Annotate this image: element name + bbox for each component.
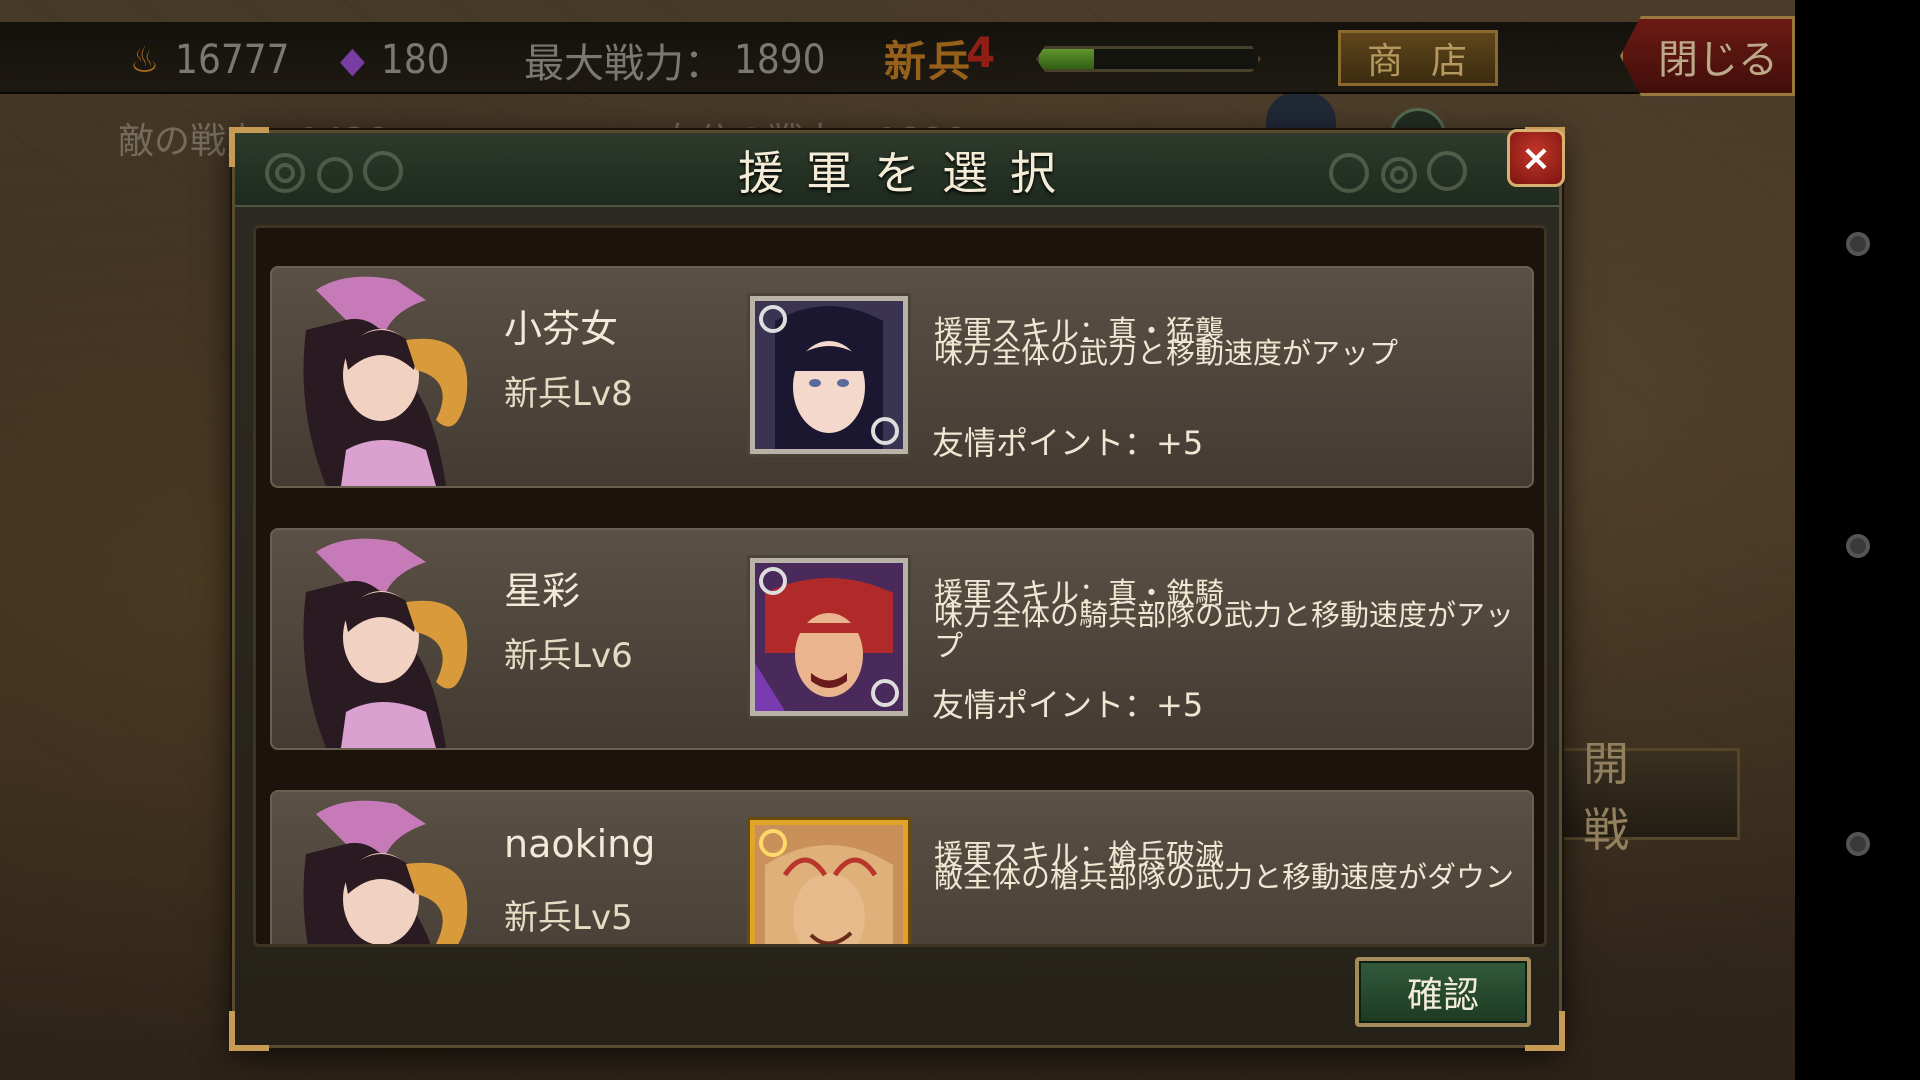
reinforcement-row[interactable]: naoking 新兵Lv5 援軍スキル：槍兵破滅 敵全体の槍兵部隊の武力と移動速… bbox=[270, 790, 1534, 944]
player-name: naoking bbox=[504, 822, 656, 866]
player-level: 新兵Lv5 bbox=[504, 898, 633, 938]
reinforcement-row[interactable]: 小芬女 新兵Lv8 援軍スキル：真・猛襲 味方全体の武力と移動速度がアップ 友情… bbox=[270, 266, 1534, 488]
player-avatar bbox=[286, 270, 486, 486]
corner-ornament bbox=[229, 1011, 269, 1051]
close-icon-glyph: × bbox=[1520, 137, 1552, 179]
friendship-points: 友情ポイント：+5 bbox=[932, 424, 1204, 462]
nav-recent-button[interactable] bbox=[1846, 832, 1870, 856]
skill-description: 味方全体の騎兵部隊の武力と移動速度がアップ bbox=[934, 598, 1515, 663]
confirm-button[interactable]: 確認 bbox=[1355, 957, 1531, 1027]
nav-home-button[interactable] bbox=[1846, 534, 1870, 558]
dialog-title: 援軍を選択 bbox=[738, 146, 1078, 200]
reinforcement-row[interactable]: 星彩 新兵Lv6 援軍スキル：真・鉄騎 味方全体の騎兵部隊の武力と移動速度がアッ… bbox=[270, 528, 1534, 750]
skill-description: 敵全体の槍兵部隊の武力と移動速度がダウン bbox=[934, 860, 1515, 894]
general-card bbox=[747, 817, 911, 944]
close-icon[interactable]: × bbox=[1507, 129, 1565, 187]
reinforcement-list[interactable]: 小芬女 新兵Lv8 援軍スキル：真・猛襲 味方全体の武力と移動速度がアップ 友情… bbox=[253, 225, 1547, 947]
reinforcement-select-dialog: 援軍を選択 × 小芬女 新兵Lv8 援軍スキル：真・猛襲 味方全体の武力と移動速… bbox=[229, 127, 1565, 1051]
player-level: 新兵Lv8 bbox=[504, 374, 633, 414]
player-avatar bbox=[286, 794, 486, 944]
player-name: 小芬女 bbox=[504, 307, 619, 351]
nav-back-button[interactable] bbox=[1846, 232, 1870, 256]
corner-ornament bbox=[1525, 1011, 1565, 1051]
player-avatar bbox=[286, 532, 486, 748]
general-card bbox=[747, 293, 911, 457]
game-background: 敵の戦力：1420 自分の戦力：1890 開戦 ♨ 16777 ◆ 180 最大… bbox=[0, 0, 1795, 1080]
dialog-header: 援軍を選択 bbox=[235, 133, 1559, 207]
player-level: 新兵Lv6 bbox=[504, 636, 633, 676]
friendship-points: 友情ポイント：+5 bbox=[932, 686, 1204, 724]
player-name: 星彩 bbox=[504, 569, 581, 613]
skill-description: 味方全体の武力と移動速度がアップ bbox=[934, 336, 1399, 370]
general-card bbox=[747, 555, 911, 719]
